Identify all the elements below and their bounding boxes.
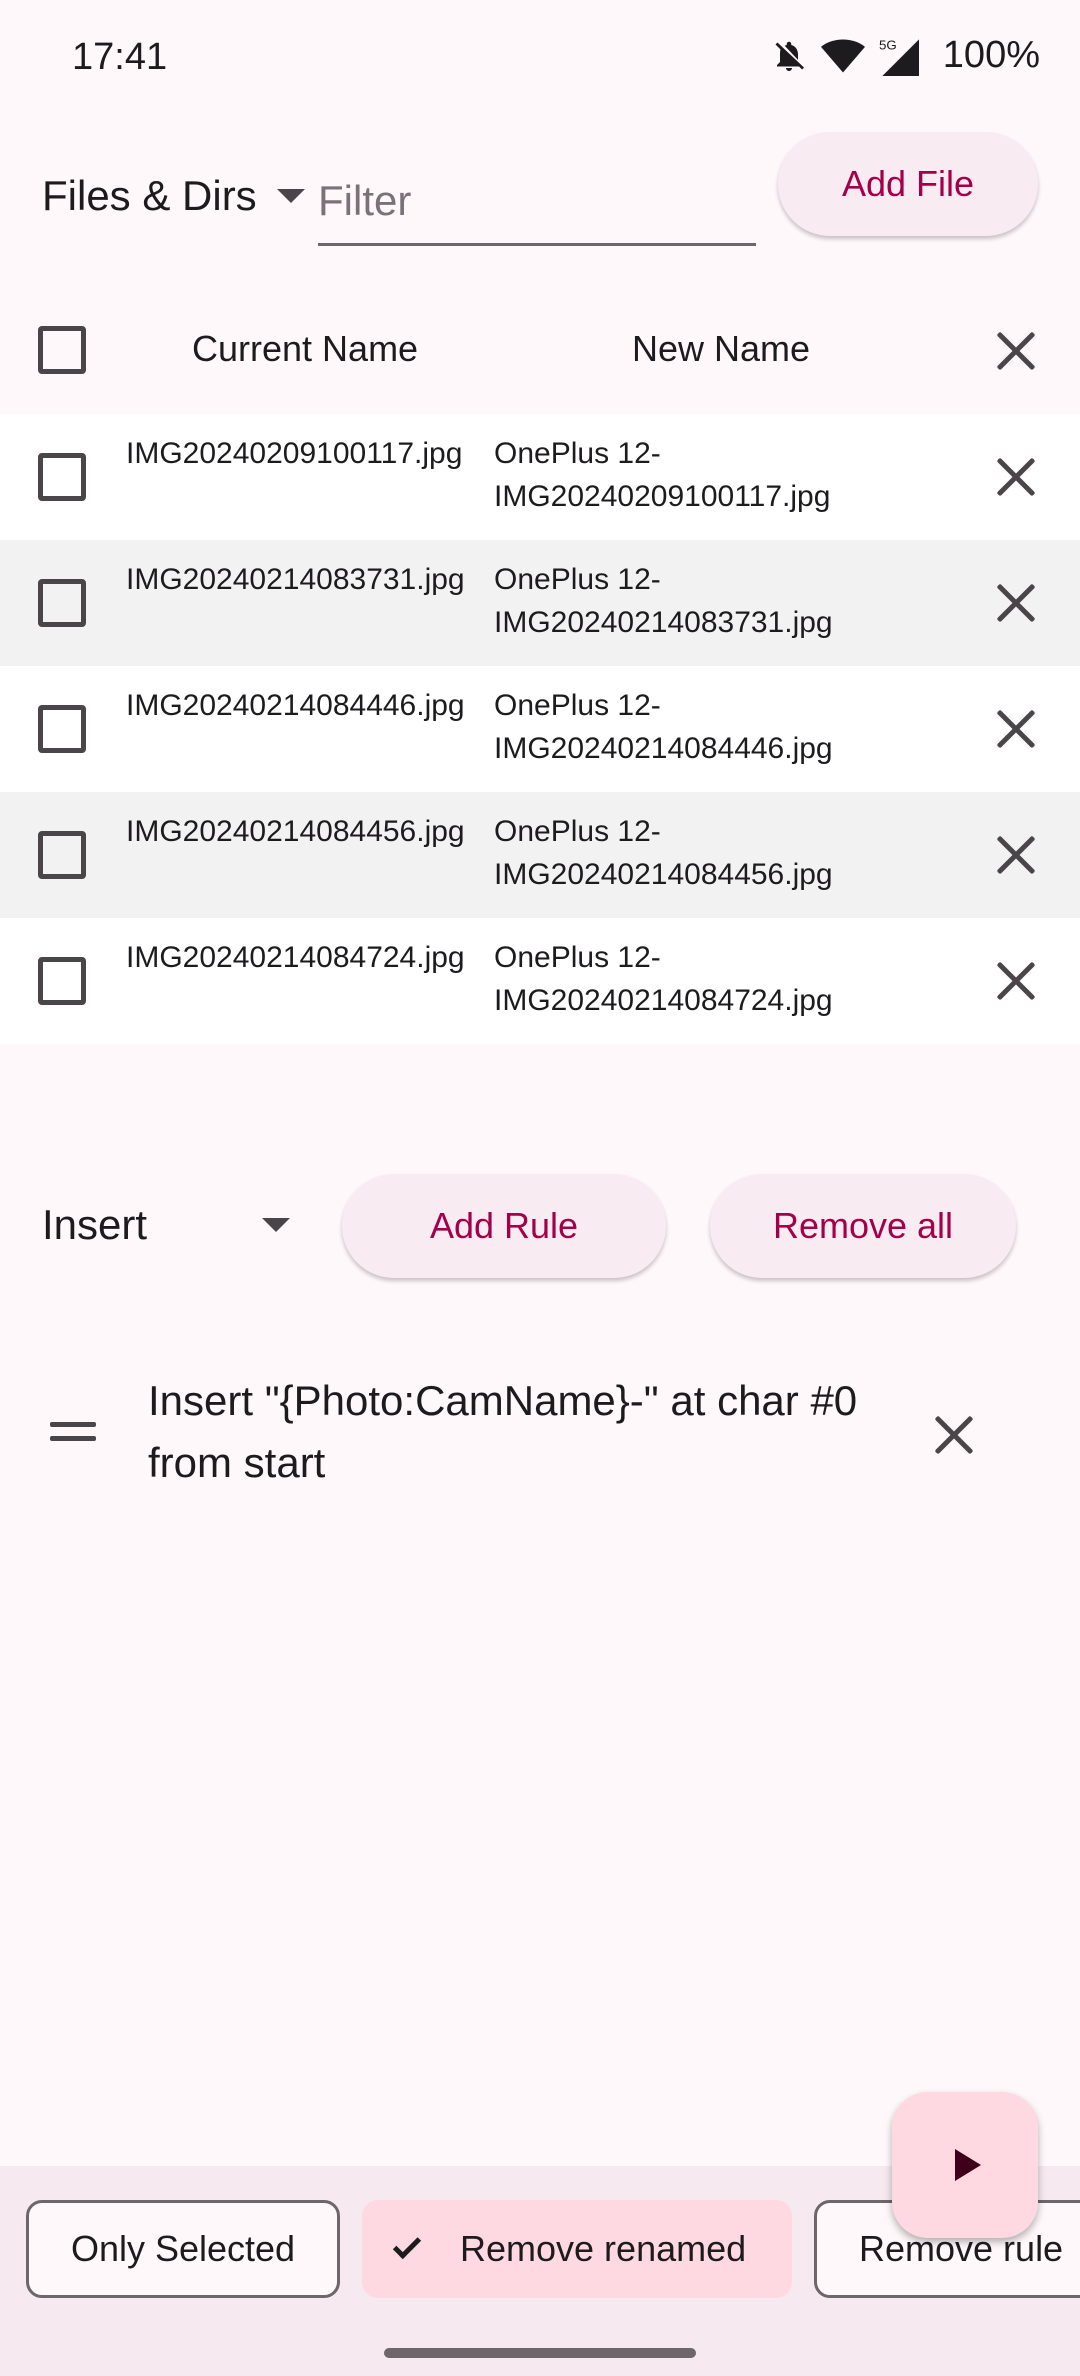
remove-row-icon[interactable] bbox=[992, 453, 1040, 501]
current-name-cell: IMG20240214084456.jpg bbox=[126, 815, 465, 848]
table-row[interactable]: IMG20240214084724.jpg OnePlus 12-IMG2024… bbox=[0, 918, 1080, 1044]
chip-label: Remove renamed bbox=[460, 2228, 747, 2269]
current-name-cell: IMG20240209100117.jpg bbox=[126, 437, 463, 470]
run-rename-button[interactable] bbox=[892, 2092, 1038, 2238]
current-name-header: Current Name bbox=[192, 328, 419, 369]
row-checkbox[interactable] bbox=[38, 453, 86, 501]
new-name-cell: OnePlus 12-IMG20240214084724.jpg bbox=[494, 941, 833, 1017]
status-time: 17:41 bbox=[72, 36, 168, 78]
row-checkbox[interactable] bbox=[38, 705, 86, 753]
file-table: Current Name New Name IMG20240209100117.… bbox=[0, 288, 1080, 1138]
top-toolbar: Files & Dirs Add File bbox=[0, 120, 1080, 270]
row-checkbox[interactable] bbox=[38, 957, 86, 1005]
status-bar: 17:41 5G 100% bbox=[0, 0, 1080, 120]
rules-toolbar: Insert Add Rule Remove all bbox=[0, 1160, 1080, 1290]
filter-field bbox=[318, 150, 756, 246]
check-icon bbox=[392, 2230, 422, 2260]
add-file-button[interactable]: Add File bbox=[778, 132, 1038, 236]
current-name-cell: IMG20240214084446.jpg bbox=[126, 689, 465, 722]
table-row[interactable]: IMG20240214084446.jpg OnePlus 12-IMG2024… bbox=[0, 666, 1080, 792]
source-type-dropdown[interactable]: Files & Dirs bbox=[42, 156, 305, 236]
remove-all-button[interactable]: Remove all bbox=[710, 1174, 1016, 1278]
row-checkbox[interactable] bbox=[38, 831, 86, 879]
add-rule-button[interactable]: Add Rule bbox=[342, 1174, 666, 1278]
new-name-cell: OnePlus 12-IMG20240214083731.jpg bbox=[494, 563, 833, 639]
remove-row-icon[interactable] bbox=[992, 831, 1040, 879]
remove-row-icon[interactable] bbox=[992, 705, 1040, 753]
battery-level: 100% bbox=[942, 34, 1040, 76]
chip-label: Only Selected bbox=[70, 2228, 296, 2269]
rule-description: Insert "{Photo:CamName}-" at char #0 fro… bbox=[148, 1377, 858, 1486]
wifi-icon bbox=[820, 39, 865, 72]
table-header: Current Name New Name bbox=[0, 288, 1080, 414]
table-row[interactable]: IMG20240209100117.jpg OnePlus 12-IMG2024… bbox=[0, 414, 1080, 540]
drag-handle-icon[interactable] bbox=[50, 1422, 96, 1448]
clear-all-icon[interactable] bbox=[992, 327, 1040, 375]
chevron-down-icon bbox=[262, 1218, 290, 1232]
notifications-off-icon bbox=[775, 41, 804, 71]
row-checkbox[interactable] bbox=[38, 579, 86, 627]
status-icons: 5G 100% bbox=[771, 34, 1040, 77]
select-all-checkbox[interactable] bbox=[38, 326, 86, 374]
new-name-header: New Name bbox=[632, 328, 811, 369]
rule-type-dropdown[interactable]: Insert bbox=[42, 1180, 292, 1270]
new-name-cell: OnePlus 12-IMG20240209100117.jpg bbox=[494, 437, 831, 513]
play-icon bbox=[955, 2149, 981, 2181]
remove-rule-icon[interactable] bbox=[930, 1411, 978, 1459]
gesture-nav-handle[interactable] bbox=[384, 2348, 696, 2358]
new-name-cell: OnePlus 12-IMG20240214084456.jpg bbox=[494, 815, 833, 891]
remove-row-icon[interactable] bbox=[992, 579, 1040, 627]
current-name-cell: IMG20240214084724.jpg bbox=[126, 941, 465, 974]
remove-renamed-chip[interactable]: Remove renamed bbox=[362, 2200, 792, 2298]
filter-input[interactable] bbox=[318, 150, 756, 243]
svg-text:5G: 5G bbox=[879, 37, 897, 52]
table-row[interactable]: IMG20240214083731.jpg OnePlus 12-IMG2024… bbox=[0, 540, 1080, 666]
rule-list-item[interactable]: Insert "{Photo:CamName}-" at char #0 fro… bbox=[0, 1340, 1080, 1530]
5g-signal-icon: 5G bbox=[879, 37, 919, 76]
table-row[interactable]: IMG20240214084456.jpg OnePlus 12-IMG2024… bbox=[0, 792, 1080, 918]
source-type-label: Files & Dirs bbox=[42, 172, 257, 219]
new-name-cell: OnePlus 12-IMG20240214084446.jpg bbox=[494, 689, 833, 765]
rule-type-label: Insert bbox=[42, 1201, 148, 1248]
remove-row-icon[interactable] bbox=[992, 957, 1040, 1005]
only-selected-chip[interactable]: Only Selected bbox=[26, 2200, 340, 2298]
current-name-cell: IMG20240214083731.jpg bbox=[126, 563, 465, 596]
chevron-down-icon bbox=[276, 189, 305, 203]
